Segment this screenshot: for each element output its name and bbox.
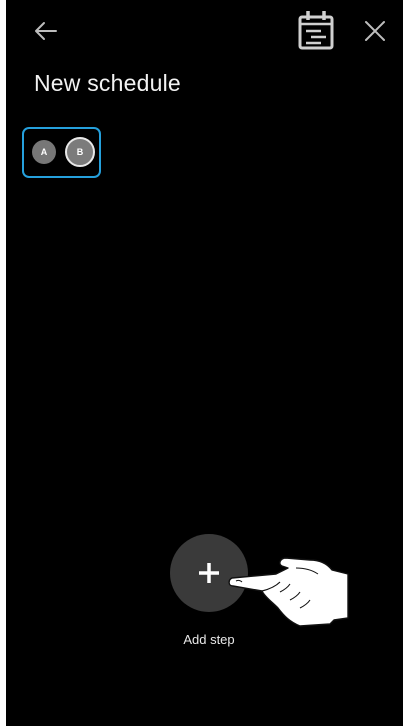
close-icon: [365, 21, 385, 41]
close-button[interactable]: [358, 14, 392, 48]
plus-icon: [199, 563, 219, 583]
pointing-hand-icon: [228, 557, 349, 627]
arrow-left-icon: [35, 22, 57, 40]
page-title: New schedule: [34, 70, 181, 96]
calendar-notes-icon: [298, 11, 334, 50]
app-screen: New schedule A B Add step: [6, 0, 403, 726]
add-step-label: Add step: [183, 632, 235, 647]
ab-selector[interactable]: A B: [22, 127, 101, 178]
option-a-button[interactable]: A: [32, 140, 56, 164]
top-bar: [6, 0, 403, 64]
option-b-button[interactable]: B: [65, 137, 95, 167]
calendar-button[interactable]: [296, 8, 336, 52]
back-button[interactable]: [28, 16, 62, 46]
